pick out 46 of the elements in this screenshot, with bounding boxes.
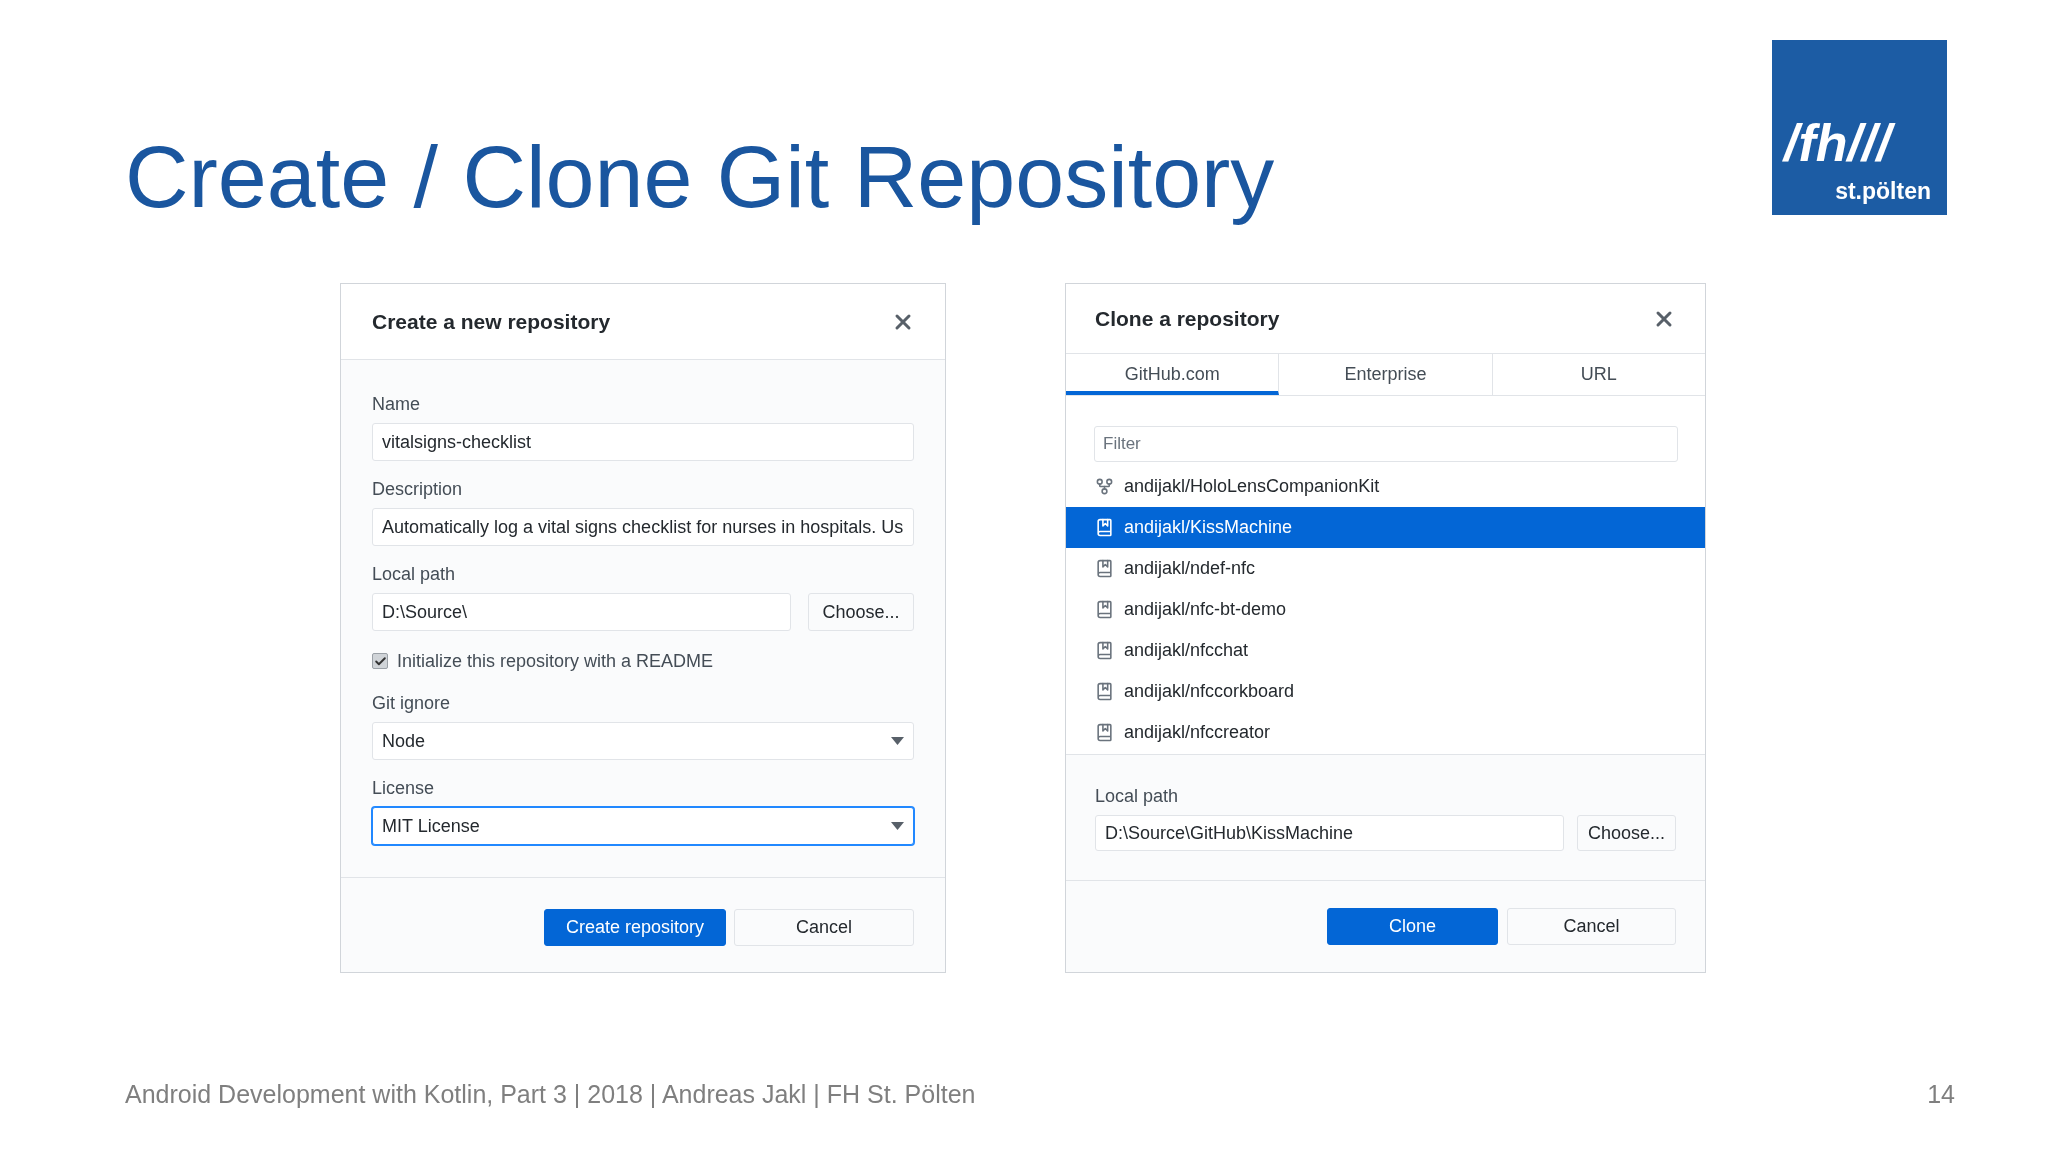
repository-item[interactable]: andijakl/nfcchat [1066, 630, 1705, 672]
choose-button[interactable]: Choose... [808, 593, 914, 632]
select-field[interactable]: Node [372, 722, 914, 761]
book-icon [1095, 559, 1114, 579]
filter-field[interactable]: Filter [1094, 426, 1678, 463]
repository-item[interactable]: andijakl/HoloLensCompanionKit [1066, 466, 1705, 508]
cancel-button[interactable]: Cancel [734, 909, 914, 947]
repository-item[interactable]: andijakl/ndef-nfc [1066, 548, 1705, 590]
field-label: Local path [372, 563, 457, 587]
field-label: License [372, 777, 436, 801]
dialog-title: Create a new repository [372, 309, 611, 336]
logo-text: st.pölten [1835, 180, 1931, 203]
dropdown-arrow-icon [891, 737, 904, 746]
tab[interactable]: URL [1492, 354, 1705, 396]
cancel-button[interactable]: Cancel [1507, 908, 1676, 946]
path-field[interactable]: D:\Source\ [372, 593, 791, 632]
field-label: Name [372, 393, 421, 417]
dialog-title: Clone a repository [1095, 306, 1280, 333]
text-field[interactable]: Automatically log a vital signs checklist for nurses in hospitals. Us [372, 508, 914, 547]
book-icon [1095, 518, 1114, 538]
choose-button[interactable]: Choose... [1577, 815, 1676, 852]
field-label: Description [372, 478, 464, 502]
field-label: Git ignore [372, 692, 452, 716]
primary-button[interactable]: Create repository [544, 909, 726, 947]
fork-icon [1095, 477, 1114, 497]
select-field[interactable]: MIT License [372, 807, 914, 846]
tab[interactable]: Enterprise [1279, 354, 1493, 396]
repository-item[interactable]: andijakl/nfc-bt-demo [1066, 589, 1705, 631]
book-icon [1095, 723, 1114, 743]
logo-mark: /fh/// [1784, 111, 1899, 176]
repository-item[interactable]: andijakl/nfccreator [1066, 712, 1705, 754]
dropdown-arrow-icon [891, 822, 904, 831]
book-icon [1095, 600, 1114, 620]
repository-item[interactable]: andijakl/nfccorkboard [1066, 671, 1705, 713]
checkbox[interactable] [372, 653, 388, 670]
book-icon [1095, 682, 1114, 702]
field-label: Local path [1095, 785, 1180, 809]
text-field[interactable]: vitalsigns-checklist [372, 423, 914, 462]
primary-button[interactable]: Clone [1327, 908, 1498, 946]
book-icon [1095, 641, 1114, 661]
slide-footer: Android Development with Kotlin, Part 3 | 2018 | Andreas Jakl | FH St. Pölten [125, 1075, 976, 1113]
path-field[interactable]: D:\Source\GitHub\KissMachine [1095, 815, 1564, 852]
page-number: 14 [1927, 1078, 1955, 1110]
slide-title: Create / Clone Git Repository [125, 126, 1275, 228]
repository-item[interactable]: andijakl/KissMachine [1066, 507, 1705, 549]
checkbox-label: Initialize this repository with a README [397, 649, 714, 673]
